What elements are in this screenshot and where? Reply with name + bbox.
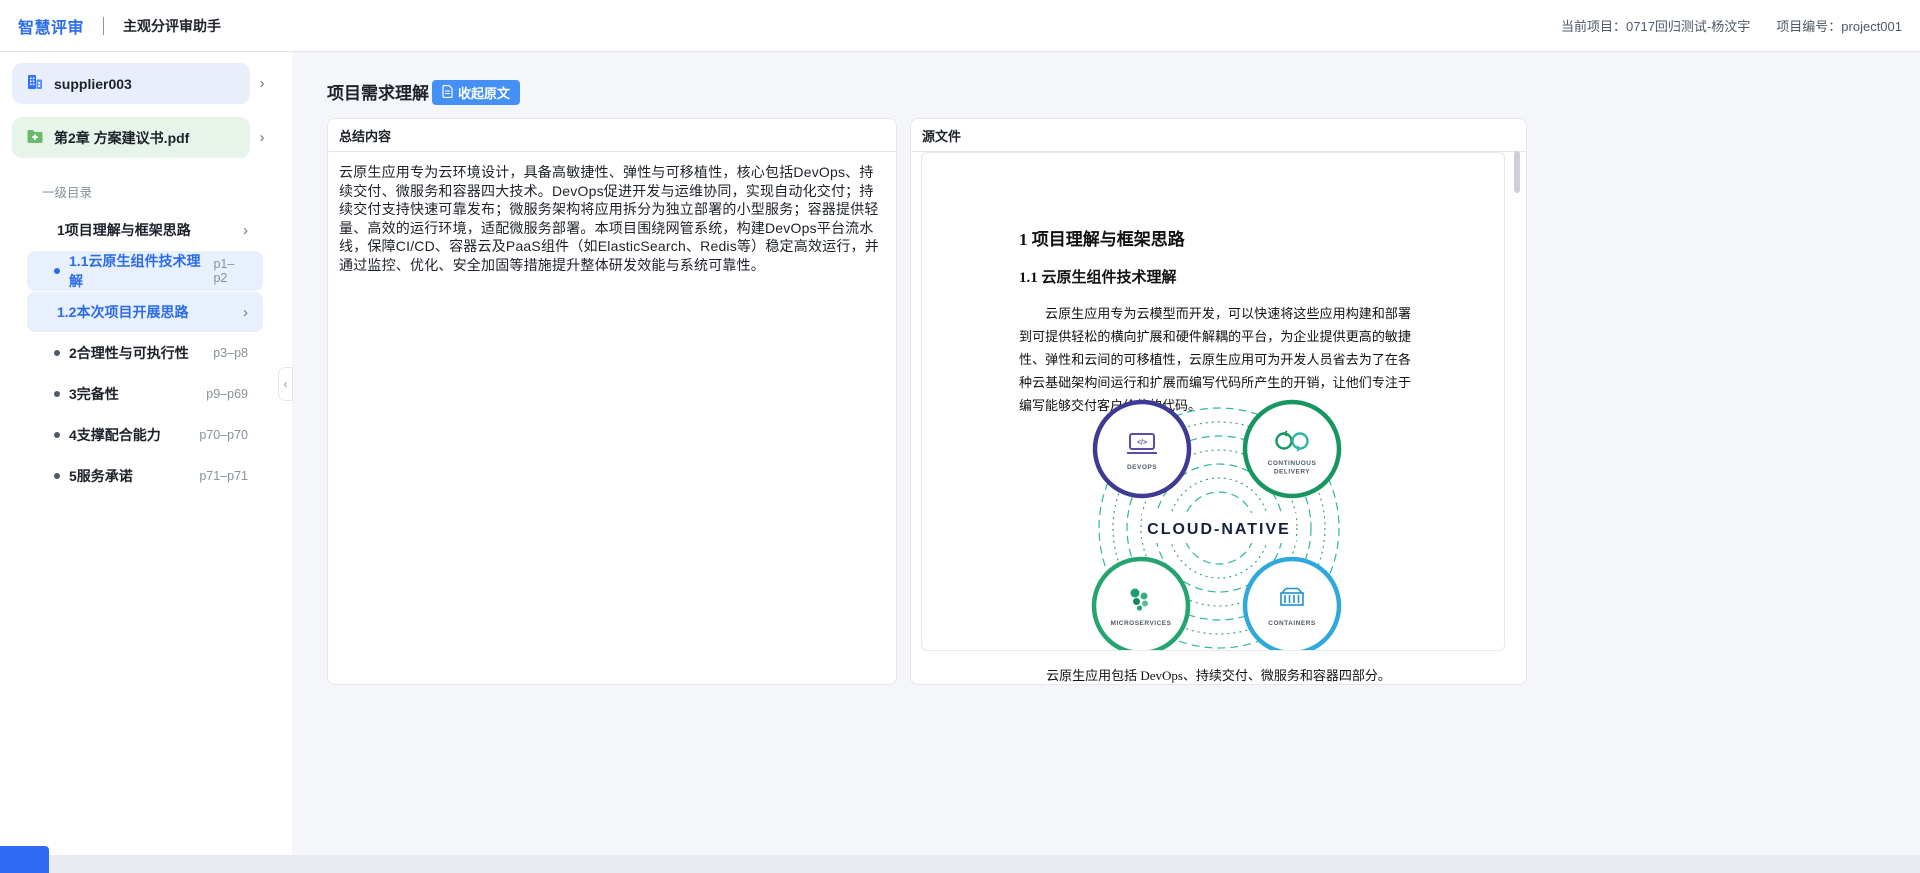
pdf-page: 1 项目理解与框架思路 1.1 云原生组件技术理解 云原生应用专为云模型而开发，… (921, 152, 1505, 651)
chevron-right-icon (243, 222, 248, 239)
page-range: p70–p70 (199, 428, 248, 442)
sidebar-item-label: 3完备性 (69, 384, 119, 404)
sidebar-item-chapter3[interactable]: 3完备性 p9–p69 (27, 374, 263, 414)
project-code-value: project001 (1841, 19, 1902, 34)
toc-section-label: 一级目录 (42, 182, 92, 201)
containers-node: CONTAINERS (1245, 559, 1339, 651)
source-scrollbar[interactable] (1514, 151, 1520, 193)
sidebar-toc: 1项目理解与框架思路 1.1云原生组件技术理解 p1–p2 1.2本次项目开展思… (27, 210, 263, 497)
pdf-heading-1: 1 项目理解与框架思路 (1019, 225, 1185, 250)
supplier-name: supplier003 (54, 76, 132, 92)
bullet-icon (54, 350, 60, 356)
source-panel: 源文件 1 项目理解与框架思路 1.1 云原生组件技术理解 云原生应用专为云模型… (910, 118, 1527, 685)
chevron-right-icon[interactable] (255, 63, 269, 104)
page-range: p71–p71 (199, 469, 248, 483)
project-code-label: 项目编号： (1776, 19, 1841, 34)
chevron-right-icon (243, 304, 248, 321)
summary-text[interactable]: 云原生应用专为云环境设计，具备高敏捷性、弹性与可移植性，核心包括DevOps、持… (328, 152, 896, 285)
devops-node: </> DEVOPS (1095, 402, 1189, 496)
page-range: p1–p2 (213, 257, 248, 285)
collapse-source-button[interactable]: 收起原文 (432, 80, 520, 105)
sidebar-collapse-handle[interactable] (278, 367, 293, 401)
svg-text:CONTAINERS: CONTAINERS (1268, 620, 1316, 627)
sidebar-item-chapter1[interactable]: 1项目理解与框架思路 (27, 210, 263, 250)
topbar: 智慧评审 主观分评审助手 当前项目：0717回归测试-杨汶宇 项目编号：proj… (0, 0, 1920, 52)
collapse-source-label: 收起原文 (458, 83, 510, 102)
bullet-icon (54, 391, 60, 397)
summary-panel-header: 总结内容 (328, 119, 896, 152)
current-project-label: 当前项目： (1561, 19, 1626, 34)
current-project-value: 0717回归测试-杨汶宇 (1626, 19, 1750, 34)
bottom-strip (0, 855, 1920, 873)
main-content: 项目需求理解 收起原文 总结内容 云原生应用专为云环境设计，具备高敏捷性、弹性与… (292, 52, 1920, 855)
sidebar-item-chapter4[interactable]: 4支撑配合能力 p70–p70 (27, 415, 263, 455)
supplier-card[interactable]: supplier003 (12, 63, 250, 104)
sidebar-item-chapter5[interactable]: 5服务承诺 p71–p71 (27, 456, 263, 496)
pdf-figure-caption: 云原生应用包括 DevOps、持续交付、微服务和容器四部分。 (911, 665, 1526, 684)
source-document-viewer[interactable]: 1 项目理解与框架思路 1.1 云原生组件技术理解 云原生应用专为云模型而开发，… (911, 152, 1526, 685)
sidebar-item-label: 4支撑配合能力 (69, 425, 161, 445)
svg-text:MICROSERVICES: MICROSERVICES (1111, 620, 1172, 627)
continuous-delivery-node: CONTINUOUS DELIVERY (1245, 402, 1339, 496)
sidebar: supplier003 第2章 方案建议书.pdf 一级目录 1项目理解与框架思… (0, 52, 292, 855)
svg-text:DEVOPS: DEVOPS (1127, 464, 1157, 471)
topbar-project-info: 当前项目：0717回归测试-杨汶宇 项目编号：project001 (1561, 16, 1902, 35)
topbar-divider (103, 17, 104, 35)
page-range: p9–p69 (206, 387, 248, 401)
bullet-icon (54, 432, 60, 438)
bullet-icon (54, 268, 60, 274)
app-title: 主观分评审助手 (123, 16, 221, 36)
svg-text:CONTINUOUS: CONTINUOUS (1268, 460, 1317, 467)
sidebar-item-1-2[interactable]: 1.2本次项目开展思路 (27, 292, 263, 332)
sidebar-item-chapter2[interactable]: 2合理性与可执行性 p3–p8 (27, 333, 263, 373)
document-card[interactable]: 第2章 方案建议书.pdf (12, 117, 250, 158)
current-project: 当前项目：0717回归测试-杨汶宇 (1561, 16, 1750, 35)
document-icon (442, 85, 453, 101)
bullet-icon (54, 473, 60, 479)
sidebar-item-label: 5服务承诺 (69, 466, 133, 486)
microservices-node: MICROSERVICES (1094, 559, 1188, 651)
source-panel-header: 源文件 (911, 119, 1526, 152)
project-code: 项目编号：project001 (1776, 16, 1902, 35)
svg-text:DELIVERY: DELIVERY (1274, 469, 1310, 476)
svg-text:</>: </> (1137, 440, 1147, 447)
page-range: p3–p8 (213, 346, 248, 360)
sidebar-item-label: 1.2本次项目开展思路 (57, 302, 188, 322)
cloud-native-diagram: CLOUD-NATIVE </> DEVOPS (1064, 397, 1374, 651)
sidebar-item-1-1[interactable]: 1.1云原生组件技术理解 p1–p2 (27, 251, 263, 291)
cloud-native-label: CLOUD-NATIVE (1147, 521, 1291, 538)
sidebar-item-label: 1项目理解与框架思路 (57, 220, 191, 240)
sidebar-item-label: 1.1云原生组件技术理解 (69, 251, 213, 291)
summary-panel: 总结内容 云原生应用专为云环境设计，具备高敏捷性、弹性与可移植性，核心包括Dev… (327, 118, 897, 685)
chevron-right-icon[interactable] (255, 117, 269, 158)
document-name: 第2章 方案建议书.pdf (54, 128, 189, 148)
page-title: 项目需求理解 (327, 79, 429, 104)
pdf-heading-1-1: 1.1 云原生组件技术理解 (1019, 266, 1177, 287)
floating-corner-widget[interactable] (0, 846, 49, 873)
building-icon (26, 73, 44, 94)
brand-logo[interactable]: 智慧评审 (18, 14, 84, 38)
folder-plus-icon (26, 127, 44, 148)
sidebar-item-label: 2合理性与可执行性 (69, 343, 189, 363)
